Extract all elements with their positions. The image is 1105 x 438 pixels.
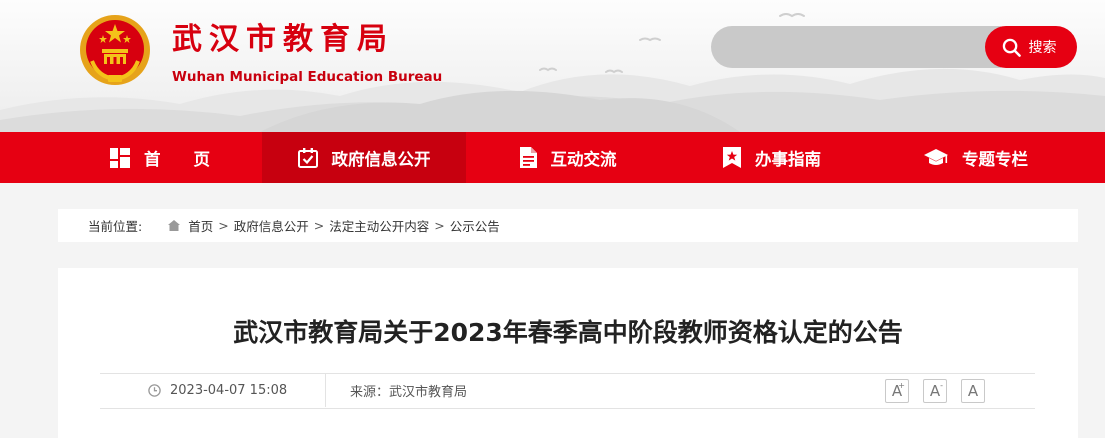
search-box: 搜索 [711, 26, 1077, 68]
article-source: 来源：武汉市教育局 [350, 385, 468, 400]
graduation-cap-icon [924, 148, 948, 165]
breadcrumb-link-announcements[interactable]: 公示公告 [450, 216, 500, 235]
calendar-check-icon [297, 147, 318, 168]
breadcrumb-separator: > [434, 218, 445, 233]
nav-item-topics[interactable]: 专题专栏 [874, 132, 1078, 183]
meta-divider [325, 374, 326, 407]
bookmark-star-icon [723, 147, 741, 168]
publish-date-text: 2023-04-07 15:08 [170, 383, 288, 398]
main-nav: 首 页 政府信息公开 互动交流 办事指南 专题专栏 [0, 132, 1105, 183]
search-button[interactable]: 搜索 [985, 26, 1077, 68]
search-input[interactable] [711, 26, 1001, 68]
search-button-label: 搜索 [1028, 40, 1057, 56]
nav-item-gov-info[interactable]: 政府信息公开 [262, 132, 466, 183]
nav-item-label: 首 页 [144, 149, 210, 169]
site-header: 武汉市教育局 Wuhan Municipal Education Bureau … [0, 0, 1105, 132]
font-reset-button[interactable]: A [961, 379, 985, 403]
search-icon [1002, 38, 1021, 57]
nav-item-guide[interactable]: 办事指南 [670, 132, 874, 183]
nav-item-label: 政府信息公开 [331, 149, 431, 169]
font-size-controls: A + A - A [885, 379, 985, 403]
nav-item-label: 互动交流 [550, 149, 617, 169]
publish-date: 2023-04-07 15:08 [148, 374, 287, 407]
font-decrease-button[interactable]: A - [923, 379, 947, 403]
breadcrumb-separator: > [218, 218, 229, 233]
document-icon [519, 147, 537, 168]
nav-item-label: 专题专栏 [962, 149, 1028, 169]
article-title: 武汉市教育局关于2023年春季高中阶段教师资格认定的公告 [233, 318, 903, 347]
article-meta: 2023-04-07 15:08 来源：武汉市教育局 A + A - A [100, 373, 1035, 409]
nav-item-interaction[interactable]: 互动交流 [466, 132, 670, 183]
nav-item-label: 办事指南 [755, 149, 821, 169]
font-increase-button[interactable]: A + [885, 379, 909, 403]
article-panel: 武汉市教育局关于2023年春季高中阶段教师资格认定的公告 2023-04-07 … [58, 268, 1078, 438]
font-decrease-label: A [929, 382, 941, 400]
font-reset-label: A [967, 382, 979, 400]
grid-icon [110, 147, 130, 168]
site-title: 武汉市教育局 [172, 22, 394, 57]
breadcrumb-separator: > [313, 218, 325, 233]
breadcrumb: 当前位置: 首页 > 政府信息公开 > 法定主动公开内容 > 公示公告 [58, 209, 1078, 242]
home-icon [168, 220, 181, 231]
breadcrumb-link-home[interactable]: 首页 [188, 216, 213, 235]
clock-icon [148, 384, 161, 397]
national-emblem-icon [80, 15, 150, 85]
nav-item-home[interactable]: 首 页 [58, 132, 262, 183]
site-subtitle: Wuhan Municipal Education Bureau [172, 69, 443, 85]
font-increase-mark: + [898, 381, 905, 390]
breadcrumb-label: 当前位置: [88, 219, 143, 234]
breadcrumb-link-legal-content[interactable]: 法定主动公开内容 [329, 216, 429, 235]
breadcrumb-link-gov-info[interactable]: 政府信息公开 [234, 216, 309, 235]
font-decrease-mark: - [940, 381, 943, 390]
